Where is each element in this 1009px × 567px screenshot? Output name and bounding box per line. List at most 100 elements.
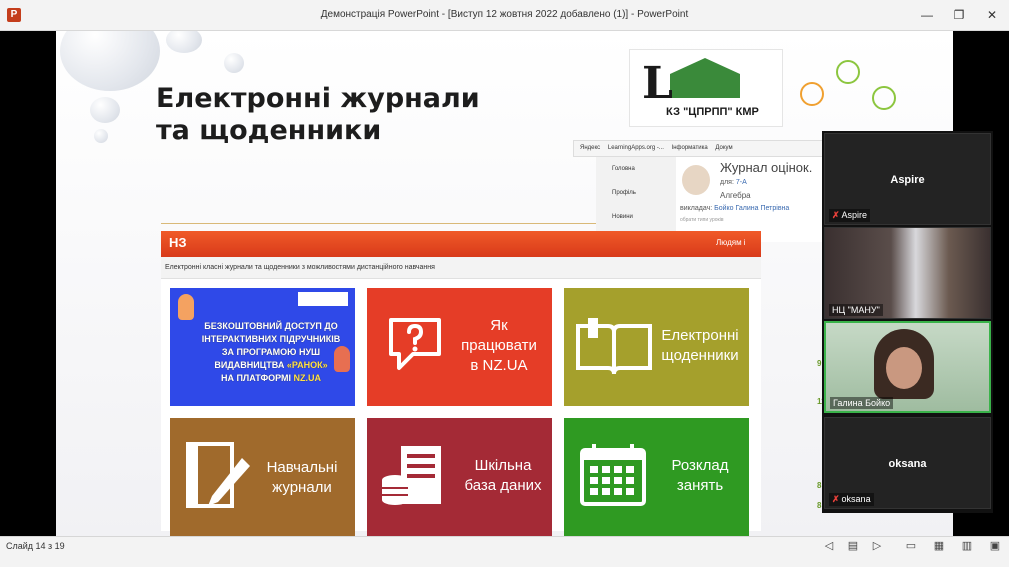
water-drop-decoration	[60, 31, 160, 91]
tile-label-line: Навчальні	[266, 459, 338, 476]
previous-slide-icon[interactable]: ◁	[822, 539, 836, 553]
question-bubble-icon	[389, 318, 441, 370]
teacher-label: викладач:	[680, 205, 713, 212]
promo-text: БЕЗКОШТОВНИЙ ДОСТУП ДО ІНТЕРАКТИВНИХ ПІД…	[196, 320, 346, 385]
menu-item: Новини	[612, 214, 633, 220]
tile-label-line: Як	[490, 317, 508, 334]
participant-tile-active-speaker[interactable]: Галина Бойко	[824, 321, 991, 413]
tile-label: Розклад занять	[654, 456, 746, 496]
promo-word: НА ПЛАТФОРМІ	[220, 373, 292, 383]
tile-label-line: Шкільна	[474, 457, 532, 474]
promo-highlight: NZ.UA	[293, 373, 322, 383]
tile-label-line: Розклад	[671, 457, 729, 474]
calendar-icon	[580, 444, 646, 506]
tile-diaries: Електронні щоденники	[564, 288, 749, 406]
slide-sorter-icon[interactable]: ▦	[932, 539, 946, 553]
journal-teacher: викладач: Бойко Галина Петрівна	[680, 205, 789, 212]
next-slide-icon[interactable]: ▷	[870, 539, 884, 553]
nz-header: НЗ Людям і	[161, 231, 761, 257]
participant-big-name: oksana	[888, 458, 927, 470]
promo-highlight: «РАНОК»	[286, 360, 328, 370]
tile-label-line: в NZ.UA	[470, 357, 528, 374]
tile-label-line: працювати	[461, 337, 537, 354]
logo-letter: L	[642, 58, 673, 109]
video-participants-panel: Aspire ✗ Aspire НЦ "МАНУ" Галина Бойко ok…	[822, 131, 993, 513]
tile-how-to-work: Як працювати в NZ.UA	[367, 288, 552, 406]
participant-name: НЦ "МАНУ"	[829, 304, 883, 316]
open-book-icon	[576, 318, 652, 375]
promo-line: БЕЗКОШТОВНИЙ ДОСТУП ДО	[204, 321, 338, 331]
participant-name: Галина Бойко	[830, 397, 894, 409]
promo-word: ВИДАВНИЦТВА	[214, 360, 285, 370]
tile-label-line: занять	[676, 477, 724, 494]
participant-tile[interactable]: НЦ "МАНУ"	[824, 227, 991, 319]
user-avatar	[682, 165, 710, 195]
minimize-button[interactable]: —	[917, 5, 937, 25]
menu-item: Профіль	[612, 190, 636, 196]
participant-tile[interactable]: Aspire ✗ Aspire	[824, 133, 991, 225]
tile-label: Електронні щоденники	[654, 326, 746, 366]
participant-name-text: oksana	[841, 494, 871, 504]
tile-label-line: Електронні	[661, 327, 739, 344]
circle-icon	[800, 82, 824, 106]
nz-subtitle: Електронні класні журнали та щоденники з…	[161, 257, 761, 279]
water-drop-decoration	[94, 129, 108, 143]
teacher-value: Бойко Галина Петрівна	[714, 205, 790, 212]
close-button[interactable]: ✕	[982, 5, 1002, 25]
participant-name: ✗ oksana	[829, 493, 874, 506]
slide[interactable]: Електронні журнали та щоденники L КЗ "ЦП…	[56, 31, 953, 536]
tile-school-database: Шкільна база даних	[367, 418, 552, 536]
water-drop-decoration	[224, 53, 244, 73]
tile-label-line: щоденники	[661, 347, 739, 364]
slide-title-line: та щоденники	[156, 115, 382, 146]
slide-menu-icon[interactable]: ▤	[846, 539, 860, 553]
browser-bookmarks-bar: Яндекс LearningApps.org -... Інформатика…	[573, 140, 833, 157]
journal-screenshot: Головна Профіль Новини Журнал оцінок. дл…	[596, 157, 836, 242]
mic-off-icon: ✗	[832, 494, 840, 504]
publisher-badge	[298, 292, 348, 306]
science-icons-decoration	[796, 56, 936, 126]
bookmark-item: LearningApps.org -...	[607, 145, 664, 151]
bookmark-item: Яндекс	[580, 145, 601, 151]
nz-header-right: Людям і	[716, 238, 746, 247]
grade-value: 8	[817, 501, 822, 510]
water-drop-decoration	[90, 97, 120, 123]
pencil-notebook-icon	[186, 442, 250, 508]
status-bar: Слайд 14 з 19 ◁ ▤ ▷ ▭ ▦ ▥ ▣	[0, 536, 1009, 567]
slideshow-view-icon[interactable]: ▣	[988, 539, 1002, 553]
journal-title: Журнал оцінок.	[720, 160, 813, 175]
slide-counter: Слайд 14 з 19	[6, 541, 65, 551]
book-icon	[670, 58, 740, 98]
class-value: 7-А	[735, 179, 747, 186]
nz-website-screenshot: НЗ Людям і Електронні класні журнали та …	[161, 231, 761, 536]
tile-label: Як працювати в NZ.UA	[459, 316, 539, 376]
window-titlebar: P Демонстрація PowerPoint - [Виступ 12 ж…	[0, 0, 1009, 31]
kz-cprpp-logo: L КЗ "ЦПРПП" КМР	[629, 49, 783, 127]
promo-line: ВИДАВНИЦТВА «РАНОК»	[196, 359, 346, 372]
journal-side-menu: Головна Профіль Новини	[596, 157, 676, 242]
normal-view-icon[interactable]: ▭	[904, 539, 918, 553]
tile-label-line: база даних	[464, 477, 542, 494]
class-label: для:	[720, 179, 734, 186]
journal-more: обрати типи уроків	[680, 217, 724, 223]
participant-video-face	[886, 347, 922, 389]
promo-line: ІНТЕРАКТИВНИХ ПІДРУЧНИКІВ	[201, 334, 341, 344]
restore-button[interactable]: ❐	[949, 5, 969, 25]
tile-schedule: Розклад занять	[564, 418, 749, 536]
grade-value: 8	[817, 481, 822, 490]
tile-journals: Навчальні журнали	[170, 418, 355, 536]
participant-name-text: Aspire	[841, 210, 868, 220]
promo-line: ЗА ПРОГРАМОЮ НУШ	[221, 347, 321, 357]
window-title: Демонстрація PowerPoint - [Виступ 12 жов…	[320, 9, 689, 20]
participant-tile[interactable]: oksana ✗ oksana	[824, 417, 991, 509]
reading-view-icon[interactable]: ▥	[960, 539, 974, 553]
leaf-icon	[836, 60, 860, 84]
logo-text: КЗ "ЦПРПП" КМР	[666, 106, 759, 118]
tile-label-line: журнали	[272, 479, 332, 496]
slide-title-line: Електронні журнали	[156, 83, 480, 114]
slideshow-stage: Електронні журнали та щоденники L КЗ "ЦП…	[0, 31, 1009, 536]
nz-logo: НЗ	[169, 235, 187, 250]
promo-tile: БЕЗКОШТОВНИЙ ДОСТУП ДО ІНТЕРАКТИВНИХ ПІД…	[170, 288, 355, 406]
slide-title: Електронні журнали та щоденники	[156, 83, 480, 147]
grade-value: 9	[817, 359, 822, 368]
